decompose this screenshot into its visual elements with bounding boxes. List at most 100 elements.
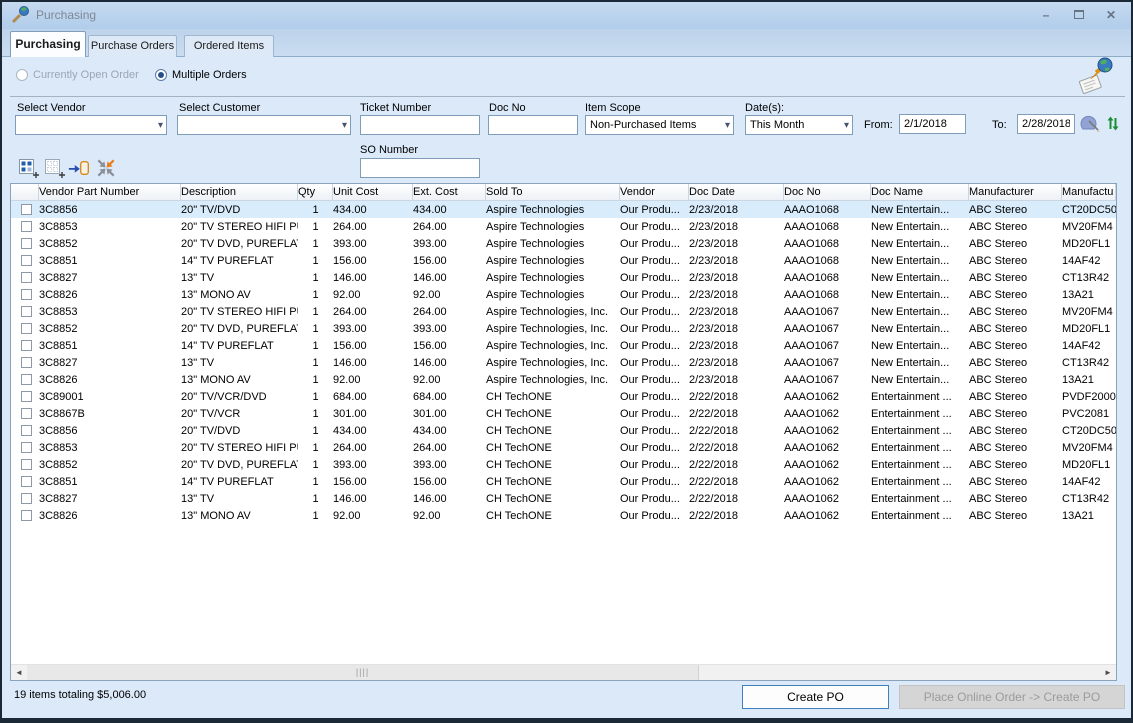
cell-unit: 146.00 [333,269,413,286]
cell-desc: 20" TV STEREO HIFI PUREF... [181,303,298,320]
table-row[interactable]: 3C885220" TV DVD, PUREFLAT, AV1393.00393… [11,456,1116,473]
close-button[interactable]: ✕ [1099,6,1123,24]
cell-part: 3C8851 [39,252,181,269]
cell-qty: 1 [298,405,333,422]
cell-docdate: 2/23/2018 [689,218,784,235]
cell-ext: 156.00 [413,252,486,269]
so-number-input[interactable] [360,158,480,178]
to-date-input[interactable] [1017,114,1075,134]
row-checkbox[interactable] [21,272,32,283]
row-checkbox[interactable] [21,238,32,249]
cell-soldto: CH TechONE [486,388,620,405]
row-checkbox[interactable] [21,340,32,351]
cell-docname: Entertainment ... [871,507,969,524]
cell-ext: 434.00 [413,422,486,439]
table-row[interactable]: 3C882613" MONO AV192.0092.00Aspire Techn… [11,286,1116,303]
row-checkbox[interactable] [21,306,32,317]
table-row[interactable]: 3C882713" TV1146.00146.00Aspire Technolo… [11,354,1116,371]
column-header[interactable]: Qty [298,184,333,201]
table-row[interactable]: 3C885114" TV PUREFLAT1156.00156.00CH Tec… [11,473,1116,490]
order-mode-row: Currently Open Order Multiple Orders [2,69,1131,85]
row-checkbox[interactable] [21,323,32,334]
row-checkbox[interactable] [21,391,32,402]
row-checkbox[interactable] [21,408,32,419]
maximize-button[interactable] [1067,6,1091,24]
refresh-icon[interactable] [1106,115,1120,132]
select-vendor-combobox[interactable]: ▾ [15,115,167,135]
row-checkbox[interactable] [21,425,32,436]
table-row[interactable]: 3C885114" TV PUREFLAT1156.00156.00Aspire… [11,252,1116,269]
row-checkbox[interactable] [21,204,32,215]
table-row[interactable]: 3C885220" TV DVD, PUREFLAT, AV1393.00393… [11,320,1116,337]
table-row[interactable]: 3C885320" TV STEREO HIFI PUREF...1264.00… [11,218,1116,235]
add-items-to-order-icon[interactable] [68,158,90,178]
table-row[interactable]: 3C885320" TV STEREO HIFI PUREF...1264.00… [11,303,1116,320]
select-all-rows-icon[interactable] [18,158,40,178]
row-checkbox[interactable] [21,255,32,266]
minimize-button[interactable]: – [1034,6,1058,24]
column-header[interactable]: Description [181,184,298,201]
doc-no-input[interactable] [488,115,578,135]
create-po-button[interactable]: Create PO [742,685,889,709]
cell-mfrpart: 14AF42 [1062,337,1116,354]
collapse-grid-icon[interactable] [95,158,117,178]
scroll-left-arrow[interactable]: ◄ [11,665,27,680]
column-header[interactable]: Sold To [486,184,620,201]
edit-dates-icon[interactable] [1080,114,1102,134]
column-header[interactable]: Vendor [620,184,689,201]
radio-icon [16,69,28,81]
chevron-down-icon: ▾ [844,117,849,135]
row-checkbox[interactable] [21,476,32,487]
table-row[interactable]: 3C8900120" TV/VCR/DVD1684.00684.00CH Tec… [11,388,1116,405]
column-header[interactable]: Manufactu [1062,184,1116,201]
row-checkbox[interactable] [21,289,32,300]
cell-docno: AAAO1062 [784,422,871,439]
ticket-number-input[interactable] [360,115,480,135]
row-checkbox[interactable] [21,459,32,470]
column-header[interactable]: Ext. Cost [413,184,486,201]
column-header[interactable]: Manufacturer [969,184,1062,201]
row-checkbox[interactable] [21,493,32,504]
table-row[interactable]: 3C885620" TV/DVD1434.00434.00CH TechONEO… [11,422,1116,439]
cell-qty: 1 [298,422,333,439]
cell-docdate: 2/23/2018 [689,235,784,252]
table-row[interactable]: 3C882713" TV1146.00146.00Aspire Technolo… [11,269,1116,286]
column-header[interactable]: Doc Name [871,184,969,201]
column-header[interactable]: Vendor Part Number [39,184,181,201]
tab-purchase-orders[interactable]: Purchase Orders [88,35,177,57]
from-date-input[interactable] [899,114,966,134]
table-row[interactable]: 3C885220" TV DVD, PUREFLAT, AV1393.00393… [11,235,1116,252]
tab-ordered-items[interactable]: Ordered Items [184,35,274,57]
row-checkbox[interactable] [21,221,32,232]
tab-purchasing[interactable]: Purchasing [10,31,86,57]
scrollbar-thumb[interactable]: |||| [27,665,699,680]
table-row[interactable]: 3C885320" TV STEREO HIFI PUREF...1264.00… [11,439,1116,456]
table-row[interactable]: 3C882613" MONO AV192.0092.00Aspire Techn… [11,371,1116,388]
dates-combobox[interactable]: This Month ▾ [745,115,853,135]
deselect-all-rows-icon[interactable] [44,158,66,178]
row-checkbox[interactable] [21,357,32,368]
row-checkbox[interactable] [21,510,32,521]
cell-vendor: Our Produ... [620,439,689,456]
column-header[interactable]: Doc Date [689,184,784,201]
cell-mfr: ABC Stereo [969,337,1062,354]
table-row[interactable]: 3C885114" TV PUREFLAT1156.00156.00Aspire… [11,337,1116,354]
column-header[interactable]: Doc No [784,184,871,201]
radio-multiple-orders[interactable]: Multiple Orders [155,69,247,81]
scroll-right-arrow[interactable]: ► [1100,665,1116,680]
table-row[interactable]: 3C8867B20" TV/VCR1301.00301.00CH TechONE… [11,405,1116,422]
table-row[interactable]: 3C882713" TV1146.00146.00CH TechONEOur P… [11,490,1116,507]
row-checkbox[interactable] [21,442,32,453]
column-header[interactable]: Unit Cost [333,184,413,201]
row-checkbox[interactable] [21,374,32,385]
cell-mfrpart: CT20DC50 [1062,201,1116,218]
horizontal-scrollbar[interactable]: ◄ |||| ► [11,664,1116,680]
checkbox-column-header[interactable] [11,184,39,201]
table-row[interactable]: 3C885620" TV/DVD1434.00434.00Aspire Tech… [11,201,1116,218]
select-customer-combobox[interactable]: ▾ [177,115,351,135]
place-online-order-icon[interactable] [1074,57,1116,95]
item-scope-combobox[interactable]: Non-Purchased Items ▾ [585,115,734,135]
cell-mfrpart: PVC2081 [1062,405,1116,422]
cell-docdate: 2/22/2018 [689,439,784,456]
table-row[interactable]: 3C882613" MONO AV192.0092.00CH TechONEOu… [11,507,1116,524]
